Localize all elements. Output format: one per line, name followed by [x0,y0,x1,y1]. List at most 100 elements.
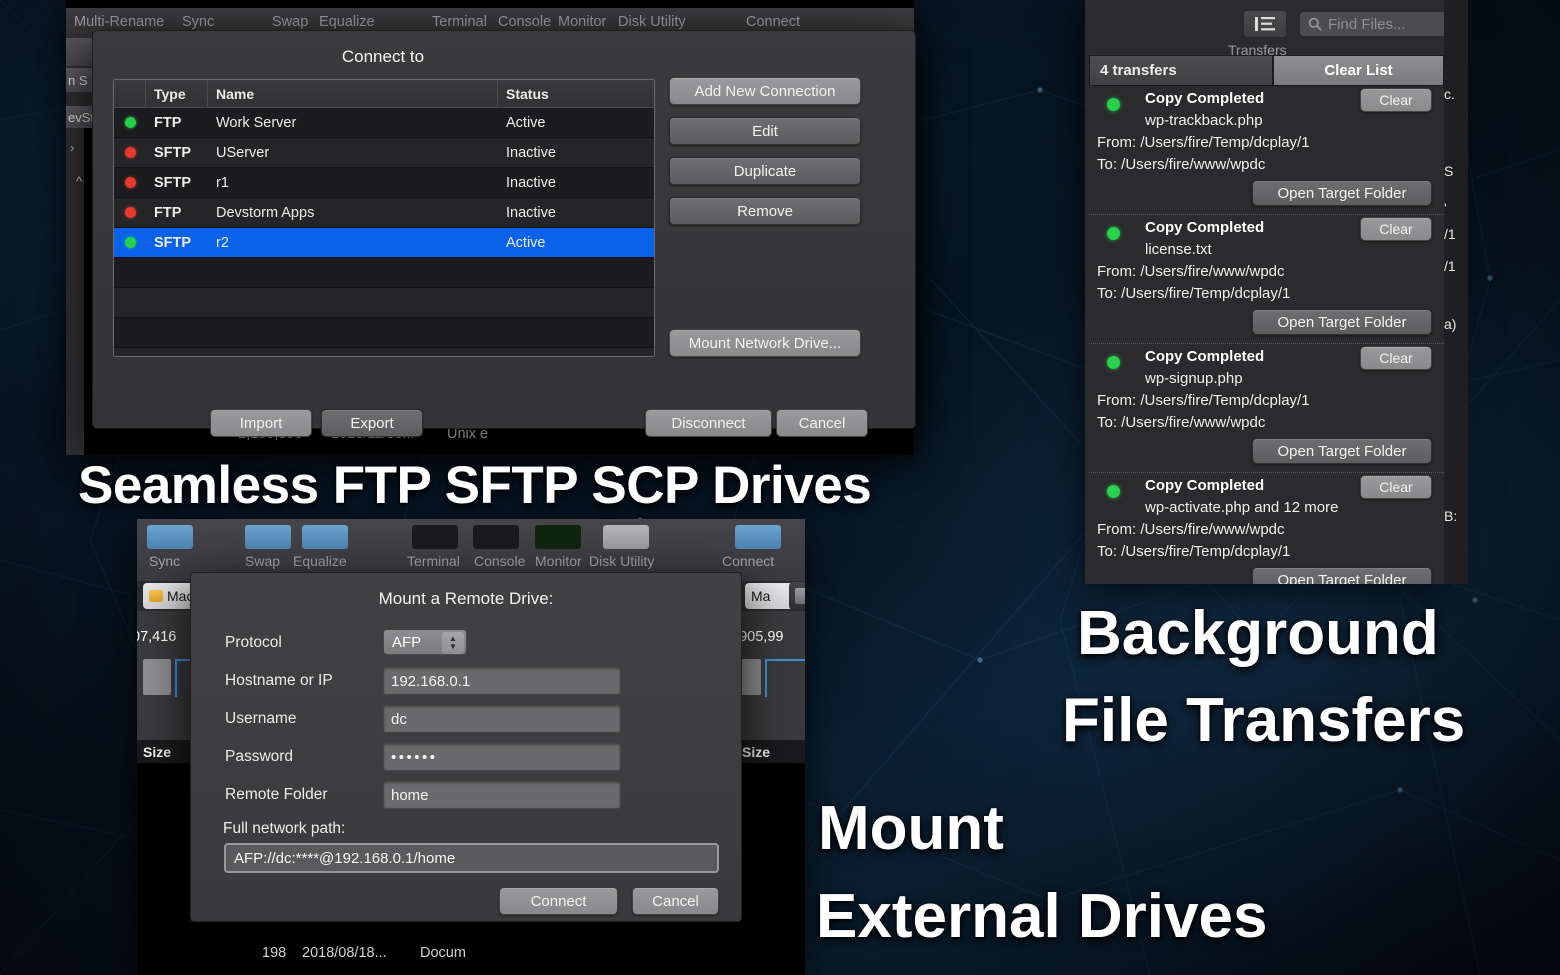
password-input[interactable]: •••••• [383,743,621,771]
open-target-folder-button[interactable]: Open Target Folder [1252,180,1432,206]
clear-transfer-button[interactable]: Clear [1360,88,1432,112]
transfer-status: Copy Completed [1145,90,1264,107]
open-target-folder-button[interactable]: Open Target Folder [1252,309,1432,335]
win2-status-size: 198 [262,945,286,961]
protocol-value: AFP [392,634,421,651]
win2-toolbar-terminal[interactable]: Terminal [407,553,460,569]
list-view-icon[interactable] [1243,10,1287,38]
chevron-updown-icon[interactable]: ▲▼ [442,632,464,654]
disconnect-button[interactable]: Disconnect [645,409,772,437]
toolbar-item-console[interactable]: Console [498,14,551,30]
table-row[interactable]: SFTP r1 Inactive [114,168,654,198]
transfers-count-tab[interactable]: 4 transfers [1089,55,1273,86]
find-files-placeholder: Find Files... [1328,16,1406,33]
disk-utility-icon[interactable] [603,525,649,549]
table-row[interactable]: FTP Devstorm Apps Inactive [114,198,654,228]
column-header-size-right[interactable]: Size [735,739,805,764]
win2-toolbar-monitor[interactable]: Monitor [535,553,582,569]
swap-icon[interactable] [245,525,291,549]
row-name: r2 [208,235,498,251]
terminal-icon[interactable] [412,525,458,549]
monitor-icon[interactable] [535,525,581,549]
toolbar-item-sync[interactable]: Sync [182,14,214,30]
pane-left-size: 07,416 [137,629,176,645]
win2-toolbar-connect[interactable]: Connect [722,553,774,569]
win2-toolbar-equalize[interactable]: Equalize [293,553,347,569]
row-type: SFTP [146,145,208,161]
transfer-to-path: To: /Users/fire/www/wpdc [1097,156,1265,173]
open-target-folder-button[interactable]: Open Target Folder [1252,438,1432,464]
header-type[interactable]: Type [146,80,208,107]
hostname-input[interactable]: 192.168.0.1 [383,667,621,695]
win2-toolbar-console[interactable]: Console [474,553,525,569]
sidebar-disclosure[interactable]: › [70,140,74,155]
transfer-item[interactable]: Copy Completed license.txt From: /Users/… [1089,215,1444,344]
clear-transfer-button[interactable]: Clear [1360,217,1432,241]
cancel-button[interactable]: Cancel [776,409,868,437]
folder-icon [149,590,163,602]
transfer-item[interactable]: Copy Completed wp-signup.php From: /User… [1089,344,1444,473]
transfer-filename: wp-trackback.php [1145,112,1263,129]
sidebar-chevron-up-icon[interactable]: ^ [76,174,82,189]
connect-to-dialog: Connect to Type Name Status FTP Work Ser… [92,30,916,429]
remove-button[interactable]: Remove [669,197,861,225]
disk-icon-button[interactable] [789,582,805,610]
protocol-select[interactable]: AFP ▲▼ [383,629,467,655]
win2-toolbar-disk-utility[interactable]: Disk Utility [589,553,654,569]
transfer-filename: wp-activate.php and 12 more [1145,499,1338,516]
right-fragment-2: ' [1444,200,1447,216]
open-target-folder-button[interactable]: Open Target Folder [1252,567,1432,584]
import-button[interactable]: Import [210,409,312,437]
toolbar-item-disk-utility[interactable]: Disk Utility [618,14,686,30]
toolbar-item-terminal[interactable]: Terminal [432,14,487,30]
status-dot-cell [114,177,146,188]
mount-connect-button[interactable]: Connect [499,887,618,915]
mount-network-drive-button[interactable]: Mount Network Drive... [669,329,861,357]
table-row[interactable]: SFTP UServer Inactive [114,138,654,168]
transfer-item[interactable]: Copy Completed wp-activate.php and 12 mo… [1089,473,1444,584]
header-name[interactable]: Name [208,80,498,107]
table-header-row: Type Name Status [114,80,654,108]
console-icon[interactable] [473,525,519,549]
connections-table[interactable]: Type Name Status FTP Work Server Active … [113,79,655,357]
marketing-headline-1: Seamless FTP SFTP SCP Drives [78,455,871,516]
mount-cancel-button[interactable]: Cancel [632,887,719,915]
transfers-list[interactable]: Copy Completed wp-trackback.php From: /U… [1089,86,1444,584]
remote-folder-input[interactable]: home [383,781,621,809]
transfer-item[interactable]: Copy Completed wp-trackback.php From: /U… [1089,86,1444,215]
equalize-icon[interactable] [302,525,348,549]
search-icon [1308,17,1322,31]
edit-button[interactable]: Edit [669,117,861,145]
pane-right-scroll-thumb[interactable] [739,659,761,695]
table-row-selected[interactable]: SFTP r2 Active [114,228,654,258]
field-row-password: Password •••••• [225,743,715,773]
row-name: r1 [208,175,498,191]
export-button[interactable]: Export [321,409,423,437]
sync-icon[interactable] [147,525,193,549]
row-type: SFTP [146,235,208,251]
toolbar-item-multi-rename[interactable]: Multi-Rename [74,14,164,30]
pane-left-scroll-thumb[interactable] [143,659,171,695]
add-new-connection-button[interactable]: Add New Connection [669,77,861,105]
toolbar-item-connect[interactable]: Connect [746,14,800,30]
label-remote-folder: Remote Folder [225,786,328,804]
table-empty-row [114,318,654,348]
transfers-tab-bar: 4 transfers Clear List [1089,55,1444,86]
toolbar-item-equalize[interactable]: Equalize [319,14,375,30]
connect-icon[interactable] [735,525,781,549]
win2-toolbar-sync[interactable]: Sync [149,553,180,569]
duplicate-button[interactable]: Duplicate [669,157,861,185]
header-status[interactable]: Status [498,80,638,107]
clear-transfer-button[interactable]: Clear [1360,346,1432,370]
table-row[interactable]: FTP Work Server Active [114,108,654,138]
find-files-search[interactable]: Find Files... [1300,12,1455,36]
username-input[interactable]: dc [383,705,621,733]
full-network-path-input[interactable]: AFP://dc:****@192.168.0.1/home [224,843,719,873]
row-name: Devstorm Apps [208,205,498,221]
toolbar-item-swap[interactable]: Swap [272,14,308,30]
win2-toolbar-swap[interactable]: Swap [245,553,280,569]
clear-transfer-button[interactable]: Clear [1360,475,1432,499]
clear-list-button[interactable]: Clear List [1273,55,1444,86]
pane-right-selection-outline [765,659,805,697]
toolbar-item-monitor[interactable]: Monitor [558,14,606,30]
